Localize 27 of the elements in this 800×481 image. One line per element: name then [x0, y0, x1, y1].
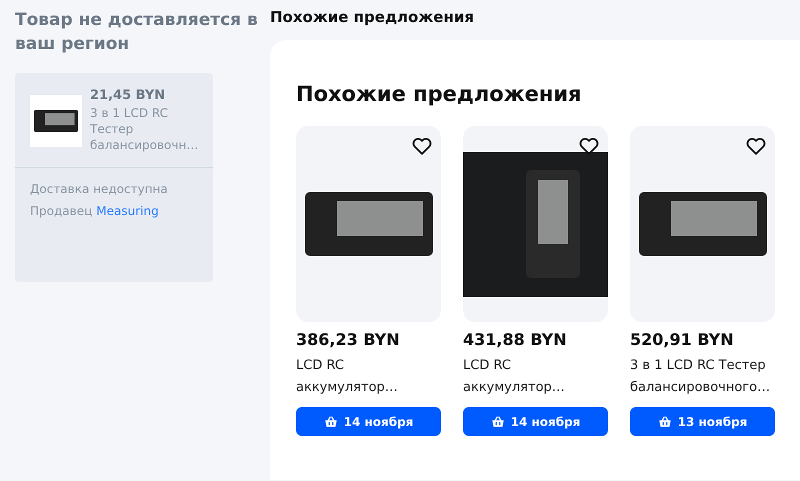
offer-title[interactable]: 3 в 1 LCD RC Тестер балансировочного… [630, 355, 775, 399]
heart-icon[interactable] [578, 135, 600, 157]
product-photo[interactable] [463, 126, 608, 322]
device-drawing [34, 110, 78, 132]
offer-price: 520,91 BYN [630, 330, 735, 349]
seller-label: Продавец [30, 204, 92, 218]
product-photo[interactable] [630, 126, 775, 322]
delivery-date-button[interactable]: 13 ноября [630, 407, 775, 436]
product-price: 21,45 BYN [90, 88, 166, 103]
panel-heading: Похожие предложения [296, 82, 583, 106]
offer-price: 386,23 BYN [296, 330, 401, 349]
offer-title[interactable]: LCD RC аккумулятор… [463, 355, 608, 399]
notice-heading: Товар не доставляется в ваш регион [15, 9, 259, 56]
delivery-status: Доставка недоступна [30, 182, 169, 196]
heart-icon[interactable] [411, 135, 433, 157]
heart-icon[interactable] [745, 135, 767, 157]
offer-price: 431,88 BYN [463, 330, 568, 349]
offer-title[interactable]: LCD RC аккумулятор… [296, 355, 441, 399]
product-title: 3 в 1 LCD RC Тестер балансировочн… [90, 105, 198, 153]
basket-icon [658, 414, 672, 428]
product-photo[interactable] [296, 126, 441, 322]
basket-icon [324, 414, 338, 428]
basket-icon [490, 414, 505, 428]
section-heading: Похожие предложения [270, 8, 475, 26]
delivery-date-button[interactable]: 14 ноября [296, 407, 441, 436]
seller-link[interactable]: Measuring [96, 204, 159, 218]
delivery-date-button[interactable]: 14 ноября [463, 407, 608, 436]
